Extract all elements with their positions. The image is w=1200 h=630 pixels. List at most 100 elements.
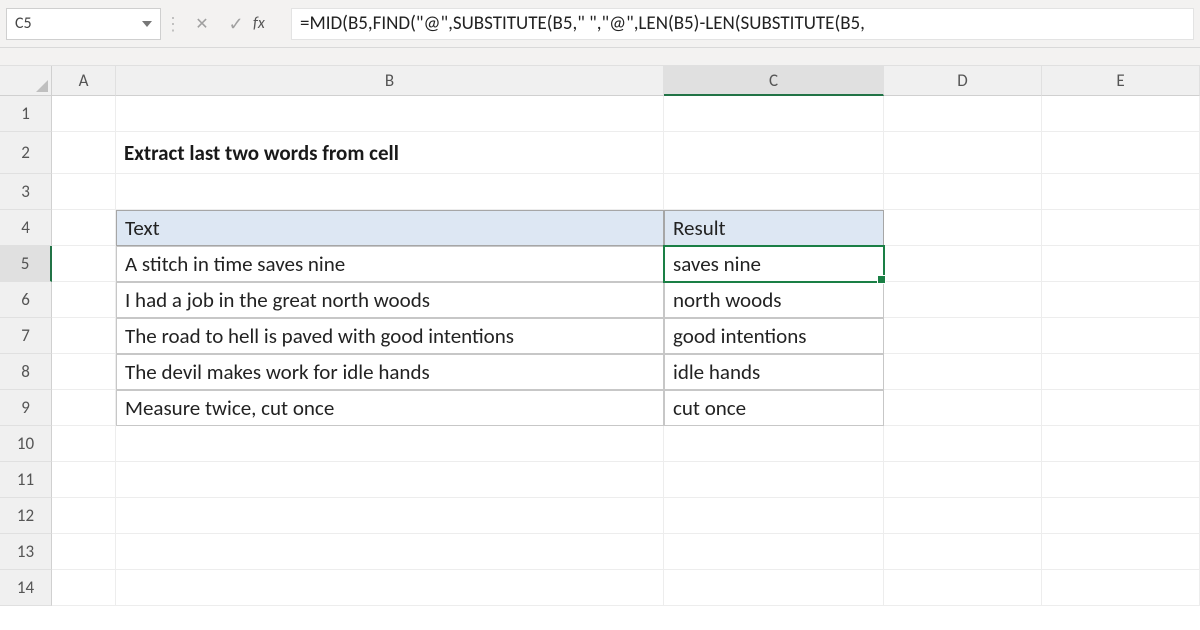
name-box[interactable]: C5 <box>6 8 161 40</box>
row-header-5[interactable]: 5 <box>0 246 52 282</box>
cell-E6[interactable] <box>1042 282 1200 318</box>
cell-B8[interactable]: The devil makes work for idle hands <box>116 354 664 390</box>
select-all-corner[interactable] <box>0 66 52 96</box>
cell-A11[interactable] <box>52 462 116 498</box>
cell-B11[interactable] <box>116 462 664 498</box>
cell-D12[interactable] <box>884 498 1042 534</box>
row-6: 6 I had a job in the great north woods n… <box>0 282 1200 318</box>
cell-A8[interactable] <box>52 354 116 390</box>
cell-C9[interactable]: cut once <box>664 390 884 426</box>
cell-C6[interactable]: north woods <box>664 282 884 318</box>
cell-A4[interactable] <box>52 210 116 246</box>
col-header-A[interactable]: A <box>52 66 116 96</box>
cancel-icon[interactable]: ✕ <box>185 14 219 34</box>
cell-D9[interactable] <box>884 390 1042 426</box>
row-header-9[interactable]: 9 <box>0 390 52 426</box>
cell-A2[interactable] <box>52 132 116 174</box>
cell-E14[interactable] <box>1042 570 1200 606</box>
cell-C1[interactable] <box>664 96 884 132</box>
cell-B14[interactable] <box>116 570 664 606</box>
cell-D2[interactable] <box>884 132 1042 174</box>
row-header-1[interactable]: 1 <box>0 96 52 132</box>
cell-D5[interactable] <box>884 246 1042 282</box>
fx-icon[interactable]: fx <box>253 14 291 33</box>
cell-A1[interactable] <box>52 96 116 132</box>
row-header-2[interactable]: 2 <box>0 132 52 174</box>
cell-E4[interactable] <box>1042 210 1200 246</box>
cell-C14[interactable] <box>664 570 884 606</box>
cell-A5[interactable] <box>52 246 116 282</box>
cell-C2[interactable] <box>664 132 884 174</box>
row-9: 9 Measure twice, cut once cut once <box>0 390 1200 426</box>
cell-B5[interactable]: A stitch in time saves nine <box>116 246 664 282</box>
cell-E13[interactable] <box>1042 534 1200 570</box>
cell-E7[interactable] <box>1042 318 1200 354</box>
cell-E3[interactable] <box>1042 174 1200 210</box>
cell-B6[interactable]: I had a job in the great north woods <box>116 282 664 318</box>
cell-D13[interactable] <box>884 534 1042 570</box>
row-header-6[interactable]: 6 <box>0 282 52 318</box>
cell-D4[interactable] <box>884 210 1042 246</box>
cell-D11[interactable] <box>884 462 1042 498</box>
cell-E2[interactable] <box>1042 132 1200 174</box>
row-header-7[interactable]: 7 <box>0 318 52 354</box>
cell-B1[interactable] <box>116 96 664 132</box>
cell-B13[interactable] <box>116 534 664 570</box>
cell-D8[interactable] <box>884 354 1042 390</box>
cell-A3[interactable] <box>52 174 116 210</box>
page-title[interactable]: Extract last two words from cell <box>116 132 664 174</box>
cell-C13[interactable] <box>664 534 884 570</box>
cell-C5[interactable]: saves nine <box>664 246 884 282</box>
formula-input[interactable]: =MID(B5,FIND("@",SUBSTITUTE(B5," ","@",L… <box>291 8 1194 40</box>
cell-D14[interactable] <box>884 570 1042 606</box>
row-header-11[interactable]: 11 <box>0 462 52 498</box>
cell-C11[interactable] <box>664 462 884 498</box>
cell-D7[interactable] <box>884 318 1042 354</box>
cell-D3[interactable] <box>884 174 1042 210</box>
cell-C8[interactable]: idle hands <box>664 354 884 390</box>
cell-D10[interactable] <box>884 426 1042 462</box>
col-header-D[interactable]: D <box>884 66 1042 96</box>
row-header-4[interactable]: 4 <box>0 210 52 246</box>
row-header-3[interactable]: 3 <box>0 174 52 210</box>
cell-C7[interactable]: good intentions <box>664 318 884 354</box>
cell-E5[interactable] <box>1042 246 1200 282</box>
cell-E10[interactable] <box>1042 426 1200 462</box>
cell-E1[interactable] <box>1042 96 1200 132</box>
col-header-C[interactable]: C <box>664 66 884 96</box>
enter-icon[interactable]: ✓ <box>219 13 253 35</box>
table-header-text[interactable]: Text <box>116 210 664 246</box>
cell-A14[interactable] <box>52 570 116 606</box>
cell-E8[interactable] <box>1042 354 1200 390</box>
cell-C10[interactable] <box>664 426 884 462</box>
cell-B12[interactable] <box>116 498 664 534</box>
cell-D1[interactable] <box>884 96 1042 132</box>
row-header-12[interactable]: 12 <box>0 498 52 534</box>
cell-A7[interactable] <box>52 318 116 354</box>
row-header-8[interactable]: 8 <box>0 354 52 390</box>
cell-A6[interactable] <box>52 282 116 318</box>
cell-C3[interactable] <box>664 174 884 210</box>
table-header-result[interactable]: Result <box>664 210 884 246</box>
cell-A10[interactable] <box>52 426 116 462</box>
cell-B10[interactable] <box>116 426 664 462</box>
col-header-B[interactable]: B <box>116 66 664 96</box>
row-header-13[interactable]: 13 <box>0 534 52 570</box>
cell-B7[interactable]: The road to hell is paved with good inte… <box>116 318 664 354</box>
row-3: 3 <box>0 174 1200 210</box>
cell-B9[interactable]: Measure twice, cut once <box>116 390 664 426</box>
cell-E12[interactable] <box>1042 498 1200 534</box>
row-header-14[interactable]: 14 <box>0 570 52 606</box>
col-header-E[interactable]: E <box>1042 66 1200 96</box>
cell-B3[interactable] <box>116 174 664 210</box>
cell-A12[interactable] <box>52 498 116 534</box>
cell-C12[interactable] <box>664 498 884 534</box>
cell-A9[interactable] <box>52 390 116 426</box>
row-header-10[interactable]: 10 <box>0 426 52 462</box>
cell-E9[interactable] <box>1042 390 1200 426</box>
cell-D6[interactable] <box>884 282 1042 318</box>
row-12: 12 <box>0 498 1200 534</box>
chevron-down-icon[interactable] <box>142 21 152 27</box>
cell-A13[interactable] <box>52 534 116 570</box>
cell-E11[interactable] <box>1042 462 1200 498</box>
